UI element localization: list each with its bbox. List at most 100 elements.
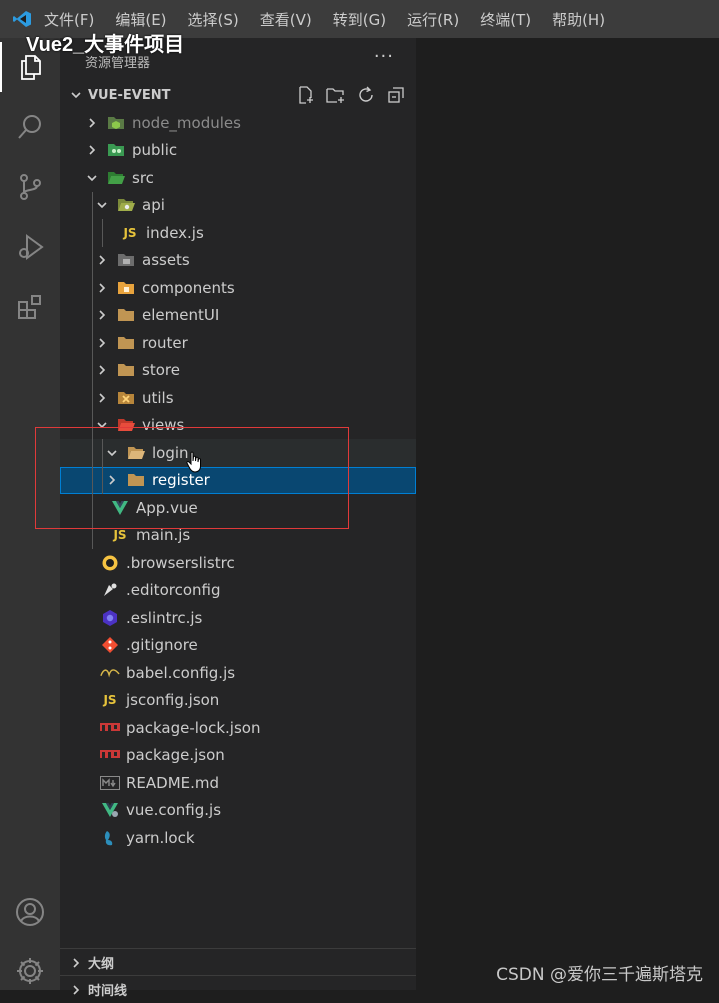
file-row[interactable]: babel.config.js bbox=[60, 659, 416, 687]
menu-edit[interactable]: 编辑(E) bbox=[115, 9, 166, 30]
indent-guide bbox=[92, 301, 93, 329]
search-icon[interactable] bbox=[0, 102, 60, 152]
indent-guide bbox=[92, 439, 93, 467]
overlay-title: Vue2_大事件项目 bbox=[26, 34, 185, 56]
collapse-all-icon[interactable] bbox=[386, 85, 406, 105]
chevron-right-icon[interactable] bbox=[94, 307, 110, 323]
outline-panel-header[interactable]: 大纲 bbox=[60, 948, 416, 976]
folder-row[interactable]: api bbox=[60, 191, 416, 219]
folder-icon bbox=[116, 361, 136, 379]
git-icon bbox=[100, 636, 120, 654]
chevron-right-icon[interactable] bbox=[94, 252, 110, 268]
indent-guide bbox=[92, 329, 93, 357]
folder-row[interactable]: router bbox=[60, 329, 416, 357]
menu-go[interactable]: 转到(G) bbox=[333, 9, 386, 30]
assets-folder-icon bbox=[116, 251, 136, 269]
chevron-down-icon[interactable] bbox=[84, 170, 100, 186]
components-folder-icon bbox=[116, 279, 136, 297]
timeline-panel-header[interactable]: 时间线 bbox=[60, 975, 416, 1003]
folder-row[interactable]: utils bbox=[60, 384, 416, 412]
js-icon: JS bbox=[123, 225, 137, 240]
tree-item-label: jsconfig.json bbox=[126, 691, 220, 710]
tree-item-label: package-lock.json bbox=[126, 718, 261, 737]
chevron-right-icon[interactable] bbox=[94, 390, 110, 406]
folder-row[interactable]: login bbox=[60, 439, 416, 467]
tree-item-label: .gitignore bbox=[126, 636, 198, 655]
indent-guide bbox=[92, 466, 93, 494]
tree-item-label: yarn.lock bbox=[126, 828, 195, 847]
chevron-right-icon[interactable] bbox=[94, 362, 110, 378]
file-row[interactable]: README.md bbox=[60, 769, 416, 797]
chevron-down-icon[interactable] bbox=[94, 417, 110, 433]
file-tree: node_modules public src api JS index.js assets… bbox=[60, 109, 416, 852]
indent-guide bbox=[92, 521, 93, 549]
new-file-icon[interactable] bbox=[296, 85, 316, 105]
tree-item-label: README.md bbox=[126, 773, 220, 792]
indent-guide bbox=[92, 274, 93, 302]
menu-selection[interactable]: 选择(S) bbox=[188, 9, 239, 30]
folder-row[interactable]: assets bbox=[60, 246, 416, 274]
file-row[interactable]: yarn.lock bbox=[60, 824, 416, 852]
menu-view[interactable]: 查看(V) bbox=[260, 9, 312, 30]
chevron-right-icon bbox=[64, 957, 88, 969]
refresh-icon[interactable] bbox=[356, 85, 376, 105]
folder-row[interactable]: elementUI bbox=[60, 301, 416, 329]
activity-bar bbox=[0, 38, 60, 990]
file-row[interactable]: vue.config.js bbox=[60, 797, 416, 825]
tree-item-label: babel.config.js bbox=[126, 663, 236, 682]
file-row[interactable]: package.json bbox=[60, 742, 416, 770]
source-control-icon[interactable] bbox=[0, 162, 60, 212]
folder-row[interactable]: node_modules bbox=[60, 109, 416, 137]
indent-guide bbox=[92, 494, 93, 522]
chevron-right-icon[interactable] bbox=[94, 280, 110, 296]
tree-item-label: vue.config.js bbox=[126, 801, 222, 820]
file-row[interactable]: App.vue bbox=[60, 494, 416, 522]
settings-gear-icon[interactable] bbox=[0, 946, 60, 996]
indent-guide bbox=[102, 219, 103, 247]
js-icon: JS bbox=[113, 528, 127, 543]
chevron-right-icon[interactable] bbox=[104, 472, 120, 488]
extensions-icon[interactable] bbox=[0, 282, 60, 332]
markdown-icon bbox=[100, 774, 120, 792]
file-row[interactable]: JS index.js bbox=[60, 219, 416, 247]
src-folder-icon bbox=[106, 169, 126, 187]
file-row[interactable]: JS jsconfig.json bbox=[60, 687, 416, 715]
account-icon[interactable] bbox=[0, 887, 60, 937]
chevron-down-icon[interactable] bbox=[94, 197, 110, 213]
file-row[interactable]: .browserslistrc bbox=[60, 549, 416, 577]
chevron-right-icon[interactable] bbox=[94, 335, 110, 351]
chevron-down-icon[interactable] bbox=[104, 445, 120, 461]
indent-guide bbox=[92, 411, 93, 439]
file-row[interactable]: JS main.js bbox=[60, 521, 416, 549]
chevron-right-icon[interactable] bbox=[84, 142, 100, 158]
file-row[interactable]: .editorconfig bbox=[60, 577, 416, 605]
menu-file[interactable]: 文件(F) bbox=[44, 9, 94, 30]
file-row[interactable]: .gitignore bbox=[60, 632, 416, 660]
outline-title: 大纲 bbox=[88, 957, 115, 972]
menu-terminal[interactable]: 终端(T) bbox=[480, 9, 531, 30]
folder-row[interactable]: components bbox=[60, 274, 416, 302]
eslint-icon bbox=[100, 609, 120, 627]
explorer-actions bbox=[296, 85, 406, 105]
more-actions-button[interactable]: ··· bbox=[374, 46, 394, 67]
folder-row[interactable]: store bbox=[60, 356, 416, 384]
new-folder-icon[interactable] bbox=[326, 85, 346, 105]
menu-help[interactable]: 帮助(H) bbox=[552, 9, 605, 30]
folder-row[interactable]: src bbox=[60, 164, 416, 192]
tree-item-label: assets bbox=[142, 251, 190, 270]
folder-icon bbox=[126, 471, 146, 489]
node-modules-icon bbox=[106, 114, 126, 132]
hand-cursor-icon bbox=[186, 451, 204, 477]
menu-run[interactable]: 运行(R) bbox=[407, 9, 459, 30]
folder-row[interactable]: public bbox=[60, 137, 416, 165]
run-debug-icon[interactable] bbox=[0, 222, 60, 272]
chevron-right-icon[interactable] bbox=[84, 115, 100, 131]
editor-area[interactable] bbox=[416, 38, 719, 990]
utils-folder-icon bbox=[116, 389, 136, 407]
tree-item-label: .browserslistrc bbox=[126, 553, 235, 572]
indent-guide bbox=[102, 439, 103, 467]
file-row[interactable]: package-lock.json bbox=[60, 714, 416, 742]
file-row[interactable]: .eslintrc.js bbox=[60, 604, 416, 632]
folder-row[interactable]: register bbox=[60, 466, 416, 494]
folder-row[interactable]: views bbox=[60, 411, 416, 439]
